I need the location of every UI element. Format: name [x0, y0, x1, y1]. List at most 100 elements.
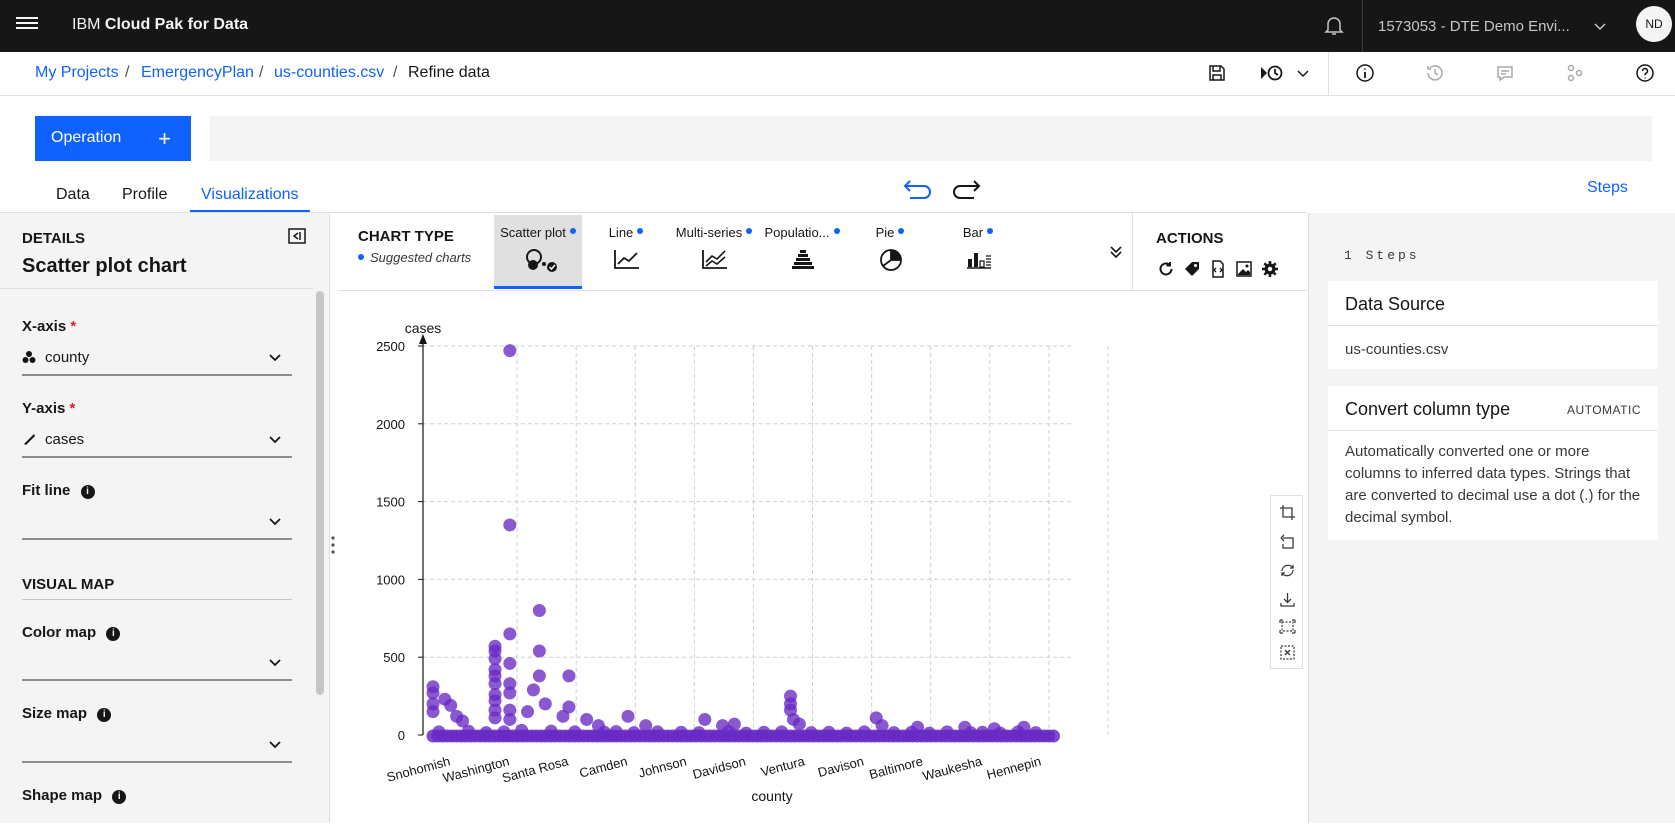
- help-icon[interactable]: [1634, 62, 1656, 84]
- comments-icon[interactable]: [1494, 62, 1516, 84]
- data-point[interactable]: [532, 604, 546, 618]
- information-icon[interactable]: i: [80, 485, 95, 499]
- data-point[interactable]: [432, 725, 446, 739]
- data-point[interactable]: [922, 726, 936, 740]
- data-point[interactable]: [1029, 726, 1043, 740]
- restore-icon[interactable]: [1279, 562, 1296, 579]
- data-point[interactable]: [580, 712, 594, 726]
- data-point[interactable]: [544, 724, 558, 738]
- operation-button[interactable]: Operation +: [35, 116, 191, 161]
- data-point[interactable]: [515, 723, 529, 737]
- size-map-select[interactable]: [22, 727, 292, 763]
- panel-resize-handle[interactable]: [330, 534, 336, 556]
- data-point[interactable]: [503, 627, 517, 641]
- chart-type-scatter[interactable]: Scatter plot: [494, 215, 582, 289]
- chart-type-line[interactable]: Line: [582, 215, 670, 289]
- undo-icon[interactable]: [902, 176, 934, 202]
- data-point[interactable]: [887, 726, 901, 740]
- history-icon[interactable]: [1424, 62, 1446, 84]
- data-point[interactable]: [1011, 725, 1025, 739]
- data-point[interactable]: [627, 726, 641, 740]
- data-point[interactable]: [976, 725, 990, 739]
- data-point[interactable]: [822, 725, 836, 739]
- chevron-down-icon[interactable]: [1292, 62, 1314, 84]
- data-point[interactable]: [497, 725, 511, 739]
- data-point[interactable]: [461, 724, 475, 738]
- data-point[interactable]: [940, 725, 954, 739]
- data-point[interactable]: [532, 669, 546, 683]
- data-point[interactable]: [562, 669, 576, 683]
- data-point[interactable]: [857, 725, 871, 739]
- data-point[interactable]: [905, 725, 919, 739]
- data-point[interactable]: [503, 656, 517, 670]
- account-switcher[interactable]: 1573053 - DTE Demo Envi...: [1378, 18, 1570, 35]
- data-point[interactable]: [609, 725, 623, 739]
- hamburger-menu-icon[interactable]: [16, 14, 38, 36]
- tab-profile[interactable]: Profile: [122, 186, 167, 204]
- lineage-icon[interactable]: [1564, 62, 1586, 84]
- clear-selection-icon[interactable]: [1279, 644, 1296, 661]
- zoom-reset-icon[interactable]: [1279, 533, 1296, 550]
- chevron-double-down-icon[interactable]: [1108, 244, 1124, 260]
- run-job-icon[interactable]: [1259, 62, 1285, 84]
- app-brand[interactable]: IBM Cloud Pak for Data: [72, 16, 248, 34]
- user-avatar[interactable]: ND: [1636, 6, 1672, 42]
- data-point[interactable]: [1046, 729, 1060, 743]
- breadcrumb-emergency-plan[interactable]: EmergencyPlan: [141, 64, 254, 82]
- zoom-area-icon[interactable]: [1279, 504, 1296, 521]
- information-icon[interactable]: [1354, 62, 1376, 84]
- data-point[interactable]: [503, 712, 517, 726]
- operation-field[interactable]: [209, 116, 1652, 161]
- fit-line-select[interactable]: [22, 504, 292, 540]
- data-point[interactable]: [721, 725, 735, 739]
- data-point[interactable]: [426, 705, 440, 719]
- data-point[interactable]: [692, 726, 706, 740]
- data-point[interactable]: [526, 683, 540, 697]
- x-axis-select[interactable]: county: [22, 340, 292, 376]
- chevron-down-icon[interactable]: [1592, 18, 1608, 34]
- data-point[interactable]: [532, 644, 546, 658]
- code-file-icon[interactable]: [1209, 260, 1227, 278]
- data-point[interactable]: [993, 726, 1007, 740]
- chart-type-pie[interactable]: Pie: [846, 215, 934, 289]
- details-scrollbar[interactable]: [316, 291, 324, 695]
- data-point[interactable]: [964, 726, 978, 740]
- breadcrumb-my-projects[interactable]: My Projects: [35, 64, 119, 82]
- color-map-select[interactable]: [22, 645, 292, 681]
- data-point[interactable]: [698, 712, 712, 726]
- information-icon[interactable]: i: [106, 627, 121, 641]
- data-point[interactable]: [840, 726, 854, 740]
- data-point[interactable]: [674, 725, 688, 739]
- data-point[interactable]: [792, 717, 806, 731]
- data-source-card[interactable]: Data Source us-counties.csv: [1328, 281, 1658, 369]
- settings-gear-icon[interactable]: [1261, 260, 1279, 278]
- chart-type-bar[interactable]: Bar: [934, 215, 1022, 289]
- tag-icon[interactable]: [1183, 260, 1201, 278]
- breadcrumb-us-counties[interactable]: us-counties.csv: [274, 64, 384, 82]
- data-point[interactable]: [875, 719, 889, 733]
- data-point[interactable]: [651, 725, 665, 739]
- download-icon[interactable]: [1279, 591, 1296, 608]
- data-point[interactable]: [479, 726, 493, 740]
- data-point[interactable]: [488, 711, 502, 725]
- scatter-chart[interactable]: 0 500 1000 1500 2000 2500 SnohomishWashington…: [338, 291, 1307, 823]
- data-point[interactable]: [538, 697, 552, 711]
- data-point[interactable]: [521, 705, 535, 719]
- data-point[interactable]: [639, 719, 653, 733]
- image-icon[interactable]: [1235, 260, 1253, 278]
- chart-type-multi-series[interactable]: Multi-series: [670, 215, 758, 289]
- information-icon[interactable]: i: [97, 708, 112, 722]
- steps-link[interactable]: Steps: [1587, 179, 1628, 197]
- data-point[interactable]: [621, 709, 635, 723]
- tab-visualizations[interactable]: Visualizations: [201, 186, 299, 204]
- data-point[interactable]: [739, 726, 753, 740]
- tab-data[interactable]: Data: [56, 186, 90, 204]
- data-point[interactable]: [556, 709, 570, 723]
- save-icon[interactable]: [1206, 62, 1228, 84]
- data-point[interactable]: [503, 518, 517, 532]
- data-point[interactable]: [775, 725, 789, 739]
- data-point[interactable]: [804, 726, 818, 740]
- collapse-panel-icon[interactable]: [288, 227, 306, 245]
- box-select-icon[interactable]: [1279, 618, 1296, 635]
- convert-column-card[interactable]: Convert column type AUTOMATIC Automatica…: [1328, 386, 1658, 540]
